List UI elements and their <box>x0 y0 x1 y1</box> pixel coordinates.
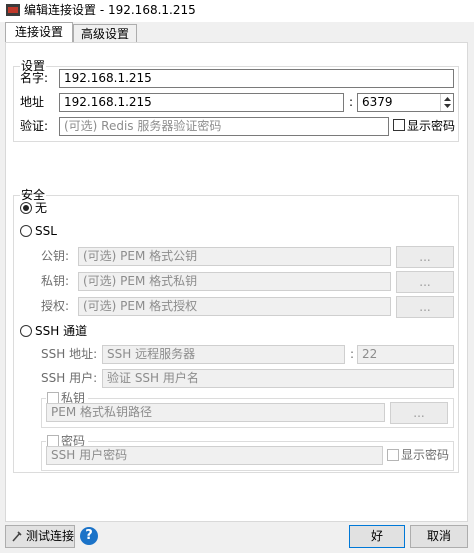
ssl-private-key-label: 私钥: <box>41 274 70 288</box>
window-title: 编辑连接设置 - 192.168.1.215 <box>24 3 196 17</box>
tab-connection-settings[interactable]: 连接设置 <box>5 22 73 43</box>
ssh-show-password-checkbox[interactable] <box>387 449 399 461</box>
test-connection-label: 测试连接 <box>26 529 75 543</box>
ssl-public-key-browse-button[interactable]: ... <box>396 246 454 268</box>
address-input[interactable]: 192.168.1.215 <box>59 93 344 112</box>
test-connection-icon <box>12 531 22 542</box>
auth-label: 验证: <box>20 119 49 133</box>
test-connection-button[interactable]: 测试连接 <box>5 525 75 548</box>
ssl-private-key-browse-button[interactable]: ... <box>396 271 454 293</box>
port-value: 6379 <box>362 95 393 109</box>
show-password-label: 显示密码 <box>407 119 456 133</box>
private-key-browse-button[interactable]: ... <box>390 402 448 424</box>
spinner-arrows-icon <box>444 97 451 108</box>
ssh-password-input[interactable]: SSH 用户密码 <box>46 446 383 465</box>
ssh-show-password-label: 显示密码 <box>401 448 450 462</box>
security-ssl-label: SSL <box>35 224 57 238</box>
ssl-public-key-label: 公钥: <box>41 249 70 263</box>
port-separator: : <box>349 95 354 109</box>
ssh-address-input[interactable]: SSH 远程服务器 <box>102 345 345 364</box>
app-icon <box>6 4 20 16</box>
security-none-radio[interactable] <box>20 202 32 214</box>
security-ssh-label: SSH 通道 <box>35 324 88 338</box>
help-icon[interactable]: ? <box>80 527 98 545</box>
ssh-user-input[interactable]: 验证 SSH 用户名 <box>102 369 454 388</box>
ssl-private-key-input[interactable]: (可选) PEM 格式私钥 <box>78 272 391 291</box>
tab-label: 连接设置 <box>14 25 63 39</box>
ssl-authority-label: 授权: <box>41 299 70 313</box>
security-none-label: 无 <box>35 201 48 215</box>
ssl-authority-input[interactable]: (可选) PEM 格式授权 <box>78 297 391 316</box>
ssh-port-separator: : <box>350 347 355 361</box>
show-password-checkbox[interactable] <box>393 119 405 131</box>
private-key-path-input[interactable]: PEM 格式私钥路径 <box>46 403 385 422</box>
title-bar: 编辑连接设置 - 192.168.1.215 <box>0 0 474 22</box>
security-ssh-radio[interactable] <box>20 325 32 337</box>
ssh-address-label: SSH 地址: <box>41 347 98 361</box>
tab-label: 高级设置 <box>80 27 129 41</box>
tab-advanced-settings[interactable]: 高级设置 <box>73 24 137 43</box>
cancel-button[interactable]: 取消 <box>410 525 468 548</box>
security-ssl-radio[interactable] <box>20 225 32 237</box>
ssh-user-label: SSH 用户: <box>41 371 98 385</box>
ssl-public-key-input[interactable]: (可选) PEM 格式公钥 <box>78 247 391 266</box>
auth-password-input[interactable]: (可选) Redis 服务器验证密码 <box>59 117 389 136</box>
ok-button[interactable]: 好 <box>349 525 405 548</box>
name-input[interactable]: 192.168.1.215 <box>59 69 454 88</box>
ssh-port-input[interactable]: 22 <box>357 345 454 364</box>
ssl-authority-browse-button[interactable]: ... <box>396 296 454 318</box>
name-label: 名字: <box>20 71 49 85</box>
port-spinner[interactable] <box>440 94 454 111</box>
address-label: 地址 <box>20 95 45 109</box>
